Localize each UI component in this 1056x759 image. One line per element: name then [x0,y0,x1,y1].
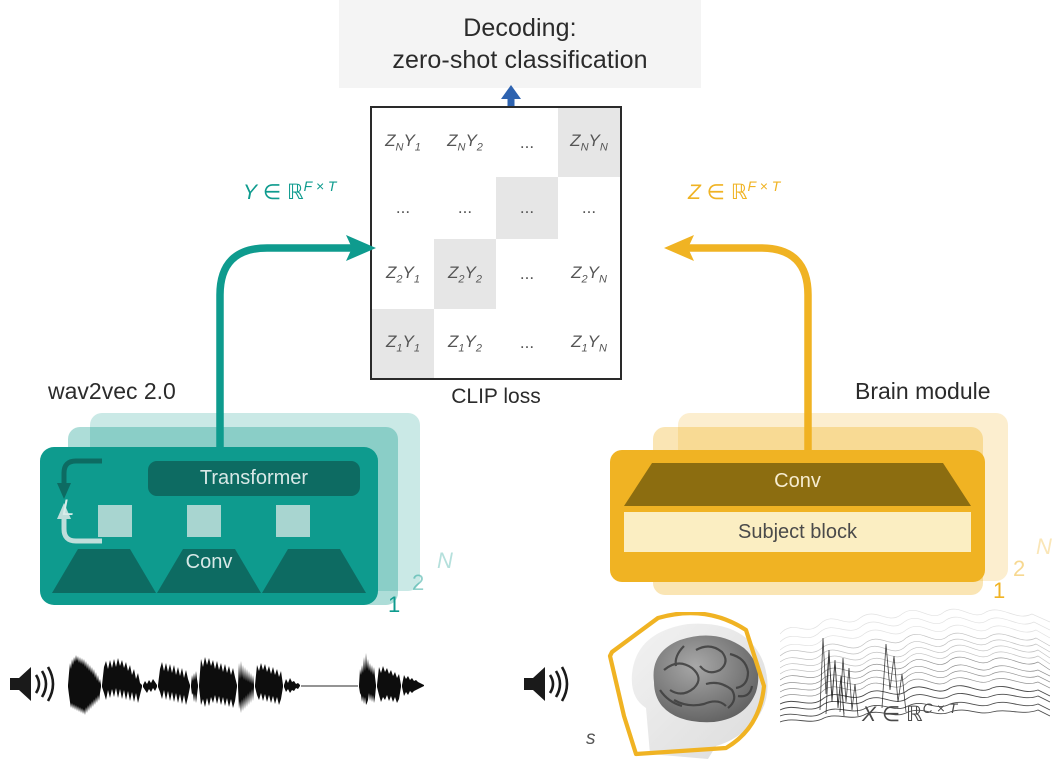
matrix-cell: ... [581,198,597,218]
brain-stack-number-n: N [1036,534,1052,559]
matrix-cell: ... [496,177,558,240]
wav2vec-module-title: wav2vec 2.0 [48,378,176,404]
matrix-cell: Z1Y1 [372,308,434,378]
brain-conv-label: Conv [774,470,821,492]
wav2vec-module-block: Conv Transformer L [40,447,378,605]
audio-waveform [68,653,424,715]
brain-embedding-equation: Z ∈ ℝF × T [688,178,781,204]
matrix-cell: ... [519,132,535,152]
wav2vec-stack-number-n: N [437,548,453,573]
wav2vec-transformer-block: Transformer [148,461,360,496]
eq-x-exponent: C × T [922,700,958,716]
matrix-row: ............ [372,177,620,240]
speaker-icon [10,666,55,702]
brain-module-title: Brain module [855,378,991,404]
matrix-cell: Z2Y2 [434,239,496,309]
matrix-cell: Z2Y1 [386,262,420,286]
eq-y-exponent: F × T [303,178,337,194]
wav2vec-latent-square-3 [276,505,310,537]
eq-z-exponent: F × T [747,178,781,194]
eq-y-set: ℝ [287,180,304,204]
wav2vec-latent-square-2 [187,505,221,537]
matrix-cell: ... [519,333,535,353]
audio-embedding-equation: Y ∈ ℝF × T [243,178,337,204]
matrix-cell: ZNY1 [385,131,421,154]
matrix-row: Z2Y1 Z2Y2... Z2YN [372,239,620,309]
wav2vec-recurrence-loop [57,458,102,544]
matrix-table: ZNY1 ZNY2... ZNYN............ Z2Y1 Z2Y2... Z2… [372,108,620,378]
eq-z-variable: Z [688,181,701,204]
matrix-cell: Z1Y2 [448,332,482,355]
matrix-row: ZNY1 ZNY2... ZNYN [372,108,620,178]
clip-loss-label: CLIP loss [451,385,541,408]
matrix-cell: ZNY2 [447,131,483,154]
matrix-cell: ... [457,198,473,218]
wav2vec-stack-number-2: 2 [412,570,425,595]
matrix-cell: Z2YN [571,262,607,286]
wav2vec-loop-label: L [62,495,75,520]
eq-z-set: ℝ [730,180,748,204]
matrix-row: Z1Y1 Z1Y2... Z1YN [372,308,620,378]
subject-block: Subject block [624,512,971,552]
brain-stack-number-2: 2 [1013,556,1026,581]
clip-similarity-matrix: ZNY1 ZNY2... ZNYN............ Z2Y1 Z2Y2... Z2… [370,106,622,380]
brain-input-equation: X ∈ ℝC × T [862,700,958,726]
figure-canvas: Decoding: zero-shot classification ZNY1 Z… [0,0,1056,759]
subject-index-label: s [586,728,596,749]
speaker-icon [524,666,569,702]
decoding-header-panel: Decoding: zero-shot classification [339,0,701,88]
matrix-cell: ZNYN [558,108,620,178]
decoding-title-line1: Decoding: [463,14,577,42]
head-brain-illustration [607,612,768,759]
matrix-cell: ... [395,198,411,218]
wav2vec-stack-number-1: 1 [388,592,401,617]
wav2vec-conv-label: Conv [185,551,233,573]
eq-x-set: ℝ [906,702,923,726]
decoding-title-line2: zero-shot classification [392,46,648,74]
eq-x-variable: X [862,703,877,726]
matrix-cell: Z1YN [571,332,607,355]
brain-module-block: Conv Subject block [610,450,985,582]
eq-y-variable: Y [243,181,258,204]
matrix-cell: ... [519,263,535,283]
